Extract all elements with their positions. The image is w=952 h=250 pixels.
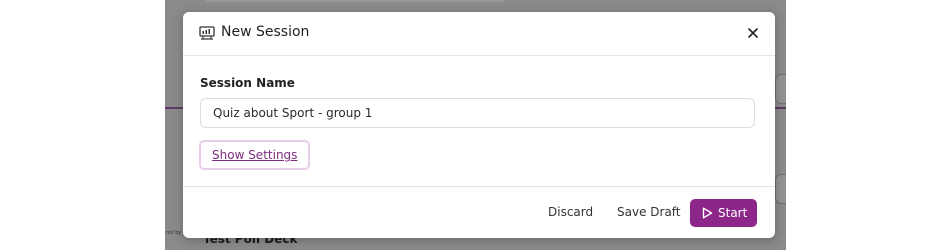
play-icon [702, 207, 713, 219]
background-card [205, 0, 505, 2]
background-caption: nol by [166, 230, 182, 236]
dialog-title: New Session [221, 24, 310, 40]
save-draft-button[interactable]: Save Draft [617, 205, 681, 219]
new-session-dialog: New Session Session Name Show Settings D… [183, 12, 775, 238]
show-settings-link[interactable]: Show Settings [199, 140, 311, 170]
session-name-input[interactable] [200, 98, 755, 128]
start-button[interactable]: Start [690, 199, 757, 227]
screen: nol by Test Poll Deck New Session Sessio… [0, 0, 952, 250]
presentation-icon [199, 26, 215, 40]
discard-button[interactable]: Discard [548, 205, 593, 219]
close-icon[interactable] [745, 25, 761, 41]
dialog-header: New Session [183, 12, 775, 56]
background-card-edge [775, 74, 786, 104]
background-card-edge [775, 174, 786, 204]
dialog-footer: Discard Save Draft Start [183, 186, 775, 238]
start-button-label: Start [718, 206, 748, 220]
session-name-label: Session Name [200, 76, 295, 90]
